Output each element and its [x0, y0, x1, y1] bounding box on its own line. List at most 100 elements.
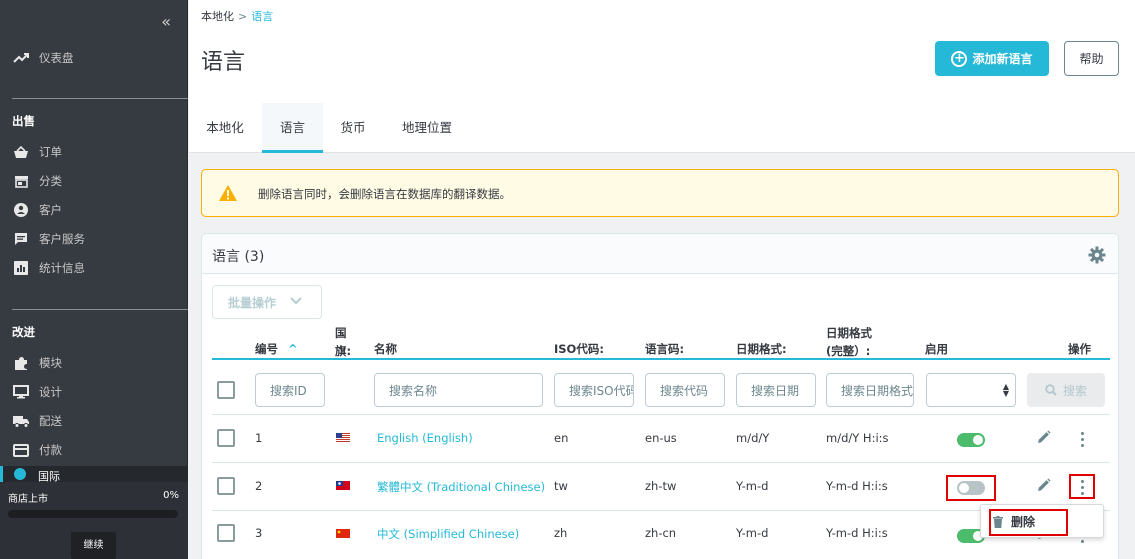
collapse-sidebar-icon[interactable]: «: [161, 12, 171, 31]
monitor-icon: [12, 385, 30, 399]
active-indicator: [0, 466, 3, 482]
page-header: 本地化 > 语言 语言 + 添加新语言 帮助 本地化 语言 货币 地理位置: [189, 0, 1135, 153]
header-actions: 操作: [1068, 342, 1091, 356]
breadcrumb-separator: >: [238, 10, 248, 23]
header-name: 名称: [374, 342, 397, 356]
sidebar-item-orders[interactable]: 订单: [12, 142, 62, 162]
sidebar-item-label: 仪表盘: [39, 51, 74, 65]
tab-languages[interactable]: 语言: [262, 103, 323, 153]
tab-localization[interactable]: 本地化: [189, 103, 261, 153]
filter-date-format-input[interactable]: 搜索日期: [736, 373, 816, 407]
cell-name-link[interactable]: English (English): [377, 431, 473, 445]
sidebar-item-dashboard[interactable]: 仪表盘: [12, 48, 74, 68]
store-launch-percent: 0%: [163, 490, 179, 501]
cell-lang-code: zh-cn: [645, 526, 677, 540]
sidebar-item-international[interactable]: 国际: [0, 466, 188, 482]
sidebar-item-label: 订单: [39, 145, 62, 159]
search-button[interactable]: 搜索: [1027, 373, 1105, 407]
row-divider: [212, 462, 1110, 463]
row-divider: [212, 510, 1110, 511]
page-title: 语言: [201, 50, 246, 75]
continue-button[interactable]: 继续: [71, 532, 116, 559]
sidebar-item-customers[interactable]: 客户: [12, 200, 62, 220]
cell-id: 3: [255, 526, 263, 540]
globe-icon: [14, 468, 26, 480]
languages-card: 语言 (3) 批量操作 编号 ^ 国 旗: 名称 ISO代码: 语言码: 日期格…: [201, 233, 1119, 559]
row-checkbox[interactable]: [217, 524, 235, 542]
search-button-label: 搜索: [1062, 383, 1087, 398]
cell-id: 2: [255, 479, 263, 493]
edit-pencil-icon[interactable]: [1037, 478, 1051, 492]
header-full-date-line1: 日期格式: [826, 326, 872, 340]
gear-icon[interactable]: [1088, 246, 1106, 264]
store-icon: [12, 174, 30, 188]
sidebar-item-modules[interactable]: 模块: [12, 353, 62, 373]
sidebar-item-label: 客户: [39, 203, 62, 217]
filter-iso-input[interactable]: 搜索ISO代码: [554, 373, 634, 407]
sidebar-item-label: 客户服务: [39, 232, 85, 246]
tab-currencies[interactable]: 货币: [323, 103, 383, 153]
sidebar-item-shipping[interactable]: 配送: [12, 411, 62, 431]
more-actions-icon[interactable]: [1079, 432, 1085, 448]
warning-icon: [219, 185, 237, 201]
card-header: 语言 (3): [202, 234, 1118, 274]
header-full-date: 日期格式 (完整）:: [826, 326, 872, 359]
sidebar-item-catalog[interactable]: 分类: [12, 171, 62, 191]
filter-id-input[interactable]: 搜索ID: [255, 373, 325, 407]
sort-ascending-icon[interactable]: ^: [288, 342, 298, 356]
row-checkbox[interactable]: [217, 477, 235, 495]
tab-geolocation[interactable]: 地理位置: [383, 103, 471, 153]
help-button[interactable]: 帮助: [1064, 41, 1119, 76]
cell-lang-code: zh-tw: [645, 479, 677, 493]
filter-row-divider: [212, 414, 1110, 415]
filter-full-date-input[interactable]: 搜索日期格式: [826, 373, 914, 407]
sidebar-item-label: 付款: [39, 443, 62, 457]
header-enabled: 启用: [925, 342, 948, 356]
truck-icon: [12, 414, 30, 428]
header-id-label: 编号: [255, 342, 278, 356]
header-flag-line2: 旗:: [335, 344, 352, 358]
header-iso: ISO代码:: [554, 342, 604, 356]
sidebar-item-label: 模块: [39, 356, 62, 370]
bar-chart-icon: [12, 261, 30, 275]
cell-name-link[interactable]: 繁體中文 (Traditional Chinese): [377, 479, 545, 495]
header-flag-line1: 国: [335, 326, 347, 340]
store-launch-progress: [8, 510, 178, 518]
breadcrumb-current[interactable]: 语言: [251, 10, 273, 23]
select-all-checkbox[interactable]: [217, 381, 235, 399]
breadcrumb-parent[interactable]: 本地化: [201, 10, 234, 23]
card-title: 语言 (3): [212, 249, 265, 265]
enabled-toggle[interactable]: [957, 433, 985, 447]
search-icon: [1045, 384, 1057, 396]
sidebar-item-design[interactable]: 设计: [12, 382, 62, 402]
plus-circle-icon: +: [951, 50, 968, 67]
edit-pencil-icon[interactable]: [1037, 430, 1051, 444]
sidebar-item-payment[interactable]: 付款: [12, 440, 62, 460]
sidebar-item-stats[interactable]: 统计信息: [12, 258, 85, 278]
cell-full-date: m/d/Y H:i:s: [826, 431, 889, 445]
cell-name-link[interactable]: 中文 (Simplified Chinese): [377, 526, 519, 542]
add-language-button[interactable]: + 添加新语言: [935, 41, 1049, 76]
bulk-actions-button[interactable]: 批量操作: [212, 285, 322, 319]
store-launch-label: 商店上市: [8, 494, 48, 505]
header-lang-code: 语言码:: [645, 342, 685, 356]
header-id[interactable]: 编号 ^: [255, 342, 298, 357]
sidebar-item-customer-service[interactable]: 客户服务: [12, 229, 85, 249]
filter-lang-code-input[interactable]: 搜索代码: [645, 373, 725, 407]
section-title-improve: 改进: [12, 325, 35, 339]
store-launch-panel: 商店上市 0% 继续: [0, 482, 188, 559]
highlight-box-actions: [1069, 474, 1095, 499]
row-checkbox[interactable]: [217, 429, 235, 447]
sidebar-item-label: 统计信息: [39, 261, 85, 275]
filter-name-input[interactable]: 搜索名称: [374, 373, 543, 407]
cell-iso: zh: [554, 526, 568, 540]
header-flag: 国 旗:: [335, 326, 351, 359]
sidebar-item-label: 配送: [39, 414, 62, 428]
highlight-box-toggle: [946, 475, 996, 501]
cell-full-date: Y-m-d H:i:s: [826, 479, 888, 493]
filter-enabled-select[interactable]: ▲ ▼: [926, 373, 1016, 407]
alert-message: 删除语言同时，会删除语言在数据库的翻译数据。: [258, 187, 511, 201]
account-icon: [12, 203, 30, 217]
header-date-format: 日期格式:: [736, 342, 787, 356]
cell-date-format: Y-m-d: [736, 479, 769, 493]
